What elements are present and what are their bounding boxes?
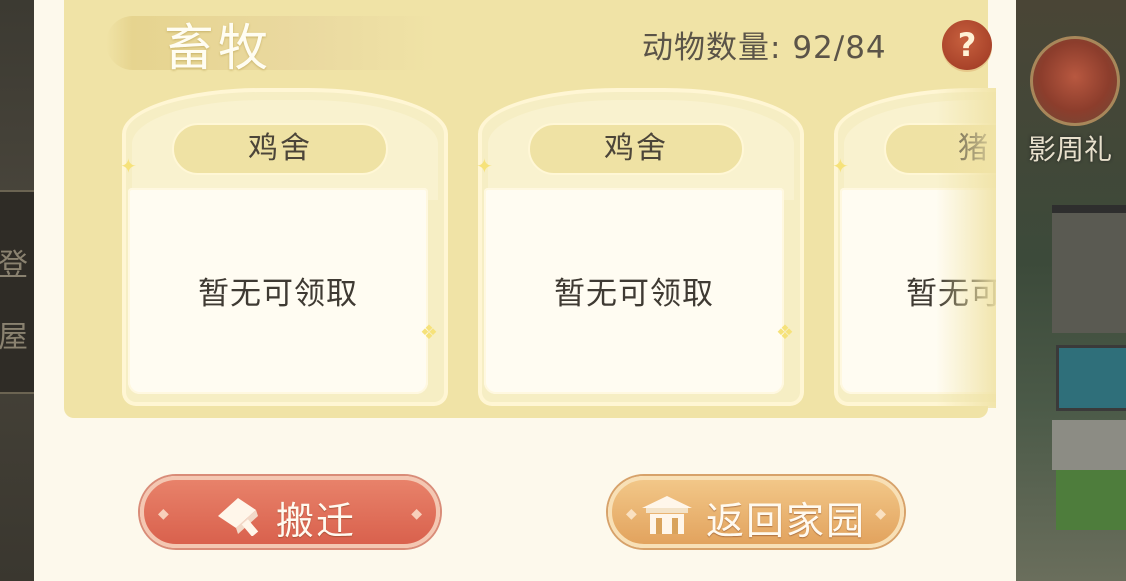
ornament-icon: ◆ (626, 506, 637, 522)
card-status: 暂无可 (906, 276, 996, 312)
sparkle-icon: ✦ (122, 154, 137, 178)
relocate-button-label: 搬迁 (276, 499, 357, 543)
butterfly-icon: ❖ (420, 320, 438, 344)
house-icon (642, 496, 692, 534)
card-building-name: 鸡舍 (604, 131, 668, 166)
house-icon (1052, 205, 1126, 333)
background-right-scene: 影周礼 (1016, 0, 1126, 581)
panel-title: 畜牧 (164, 19, 272, 77)
card-building-name: 鸡舍 (248, 131, 312, 166)
building-card[interactable]: 鸡舍 暂无可领取 ✦ ❖ (476, 88, 804, 406)
hammer-icon (218, 498, 259, 536)
background-gift-label: 影周礼 (1028, 133, 1113, 166)
building-card[interactable]: 猪 暂无可 ✦ (832, 88, 996, 406)
card-building-name: 猪 (958, 131, 990, 166)
gift-icon (1030, 36, 1120, 126)
building-card[interactable]: 鸡舍 暂无可领取 ✦ ❖ (122, 88, 448, 406)
animal-count-value: 92/84 (792, 30, 887, 66)
ornament-icon: ◆ (411, 506, 422, 522)
help-button[interactable]: ? (942, 20, 992, 70)
return-home-button[interactable]: ◆ 返回家园 ◆ (608, 476, 904, 548)
building-card-list[interactable]: 鸡舍 暂无可领取 ✦ ❖ 鸡舍 暂无可领取 ✦ ❖ 猪 暂无可 ✦ (122, 88, 996, 408)
animal-count: 动物数量: 92/84 (642, 22, 887, 67)
card-status: 暂无可领取 (554, 276, 714, 312)
sparkle-icon: ✦ (476, 154, 493, 178)
pond-icon (1056, 345, 1126, 411)
garden-icon (1056, 470, 1126, 530)
relocate-button[interactable]: ◆ 搬迁 ◆ (140, 476, 440, 548)
ornament-icon: ◆ (875, 506, 886, 522)
return-home-button-label: 返回家园 (706, 499, 867, 543)
card-status: 暂无可领取 (198, 276, 358, 312)
sparkle-icon: ✦ (832, 154, 849, 178)
ornament-icon: ◆ (158, 506, 169, 522)
background-menu-char: 登 (0, 248, 28, 283)
animal-count-label: 动物数量: (642, 30, 782, 66)
butterfly-icon: ❖ (776, 320, 794, 344)
background-menu-char: 屋 (0, 320, 28, 355)
wall-icon (1052, 420, 1126, 470)
livestock-section: 畜牧 动物数量: 92/84 ? 鸡舍 暂无可领取 ✦ ❖ 鸡舍 暂无可领取 ✦… (64, 0, 996, 418)
livestock-panel: 畜牧 动物数量: 92/84 ? 鸡舍 暂无可领取 ✦ ❖ 鸡舍 暂无可领取 ✦… (34, 0, 1016, 581)
